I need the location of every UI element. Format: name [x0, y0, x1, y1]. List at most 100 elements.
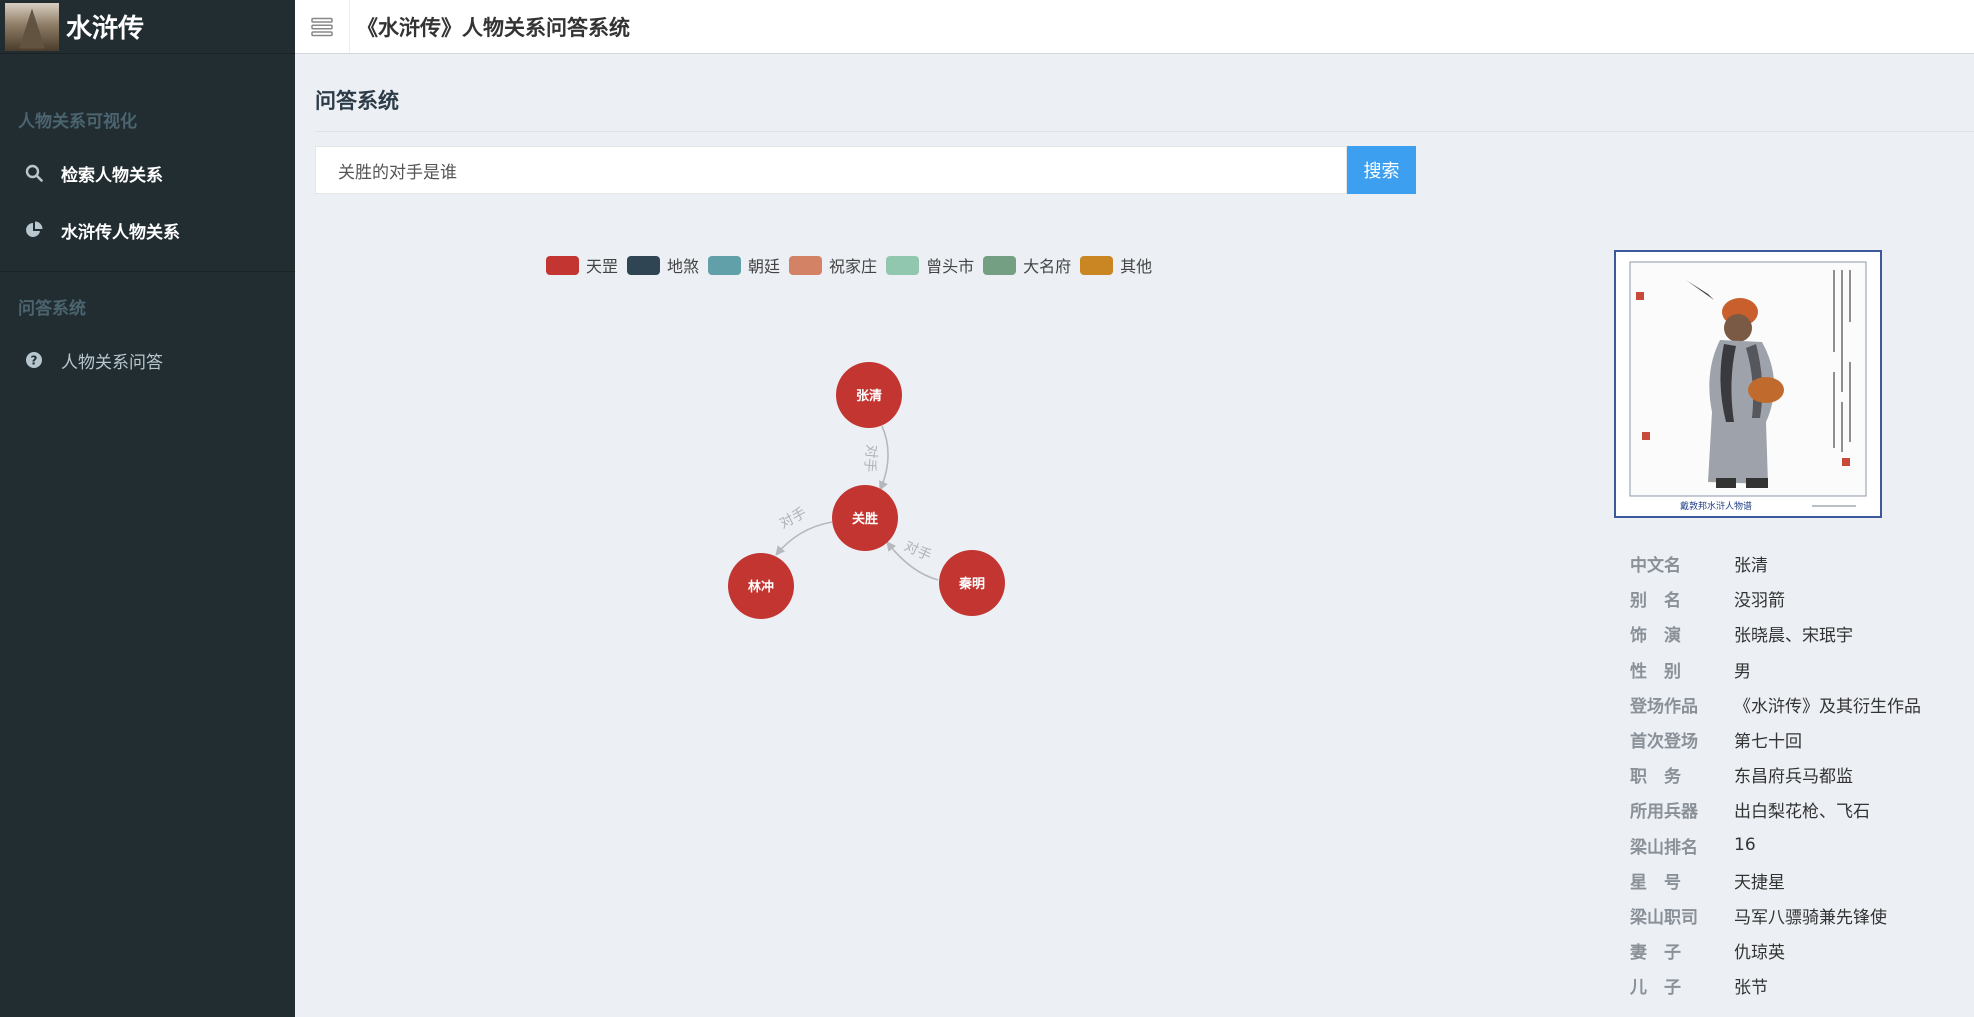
- logo-text: 水浒传: [66, 14, 145, 44]
- legend-swatch: [1080, 255, 1114, 275]
- info-row: 所用兵器 出白梨花枪、飞石: [1630, 792, 1921, 827]
- info-value: 东昌府兵马都监: [1734, 767, 1853, 788]
- info-key: 登场作品: [1630, 696, 1698, 717]
- info-value: 马军八骠骑兼先锋使: [1734, 907, 1887, 928]
- graph-edge-label: 对手: [902, 538, 934, 564]
- portrait-caption: 戴敦邦水浒人物谱: [1680, 500, 1752, 512]
- info-key: 性 别: [1630, 661, 1681, 682]
- legend-swatch: [546, 255, 579, 275]
- pie-chart-icon: [24, 220, 44, 240]
- sidebar-item-relation-qa[interactable]: ? 人物关系问答: [0, 339, 295, 381]
- info-value: 张节: [1734, 978, 1768, 999]
- info-key: 职 务: [1630, 767, 1681, 788]
- menu-toggle-icon[interactable]: [295, 0, 350, 53]
- graph-node-qinming[interactable]: 秦明: [939, 550, 1005, 616]
- legend-swatch: [983, 255, 1017, 275]
- info-row: 首次登场 第七十回: [1630, 722, 1921, 757]
- logo-image: [5, 2, 59, 51]
- graph-node-linchong[interactable]: 林冲: [728, 553, 794, 619]
- logo[interactable]: 水浒传: [0, 0, 295, 54]
- legend-swatch: [708, 255, 742, 275]
- info-row: 性 别男: [1630, 652, 1921, 687]
- info-key: 星 号: [1630, 872, 1681, 893]
- search-input[interactable]: [315, 146, 1347, 194]
- info-value: 张清: [1734, 556, 1768, 577]
- graph-edge: [879, 425, 889, 491]
- info-value: 张晓晨、宋珉宇: [1734, 626, 1853, 647]
- info-row: 梁山排名 16: [1630, 828, 1921, 863]
- relationship-graph[interactable]: 对手 对手 对手 张清 关胜 林冲 秦明: [700, 340, 1060, 640]
- legend-item-chaoting[interactable]: 朝廷: [708, 253, 780, 277]
- info-value: 仇琼英: [1734, 943, 1785, 964]
- graph-node-label: 秦明: [958, 576, 985, 592]
- legend-item-other[interactable]: 其他: [1080, 253, 1152, 277]
- info-row: 登场作品 《水浒传》及其衍生作品: [1630, 687, 1921, 722]
- info-value: 天捷星: [1734, 872, 1785, 893]
- section-header-qa: 问答系统: [18, 299, 86, 319]
- section-header-visualization: 人物关系可视化: [18, 112, 137, 132]
- info-key: 儿 子: [1630, 978, 1681, 999]
- legend-item-damingfu[interactable]: 大名府: [983, 253, 1071, 277]
- info-value: 16: [1734, 835, 1756, 856]
- graph-node-zhangqing[interactable]: 张清: [836, 362, 902, 428]
- graph-edge-label: 对手: [861, 444, 879, 473]
- info-row: 妻 子 仇琼英: [1630, 933, 1921, 968]
- info-row: 别 名 没羽箭: [1630, 581, 1921, 616]
- search-button[interactable]: 搜索: [1347, 146, 1416, 194]
- page-title: 问答系统: [315, 89, 399, 113]
- info-key: 妻 子: [1630, 943, 1681, 964]
- svg-text:?: ?: [31, 354, 38, 368]
- legend-label: 其他: [1120, 257, 1153, 276]
- info-key: 首次登场: [1630, 732, 1698, 753]
- info-key: 别 名: [1630, 591, 1681, 612]
- info-key: 梁山职司: [1630, 907, 1698, 928]
- legend-label: 朝廷: [748, 257, 781, 276]
- sidebar-item-label: 检索人物关系: [61, 165, 163, 186]
- portrait-image: 戴敦邦水浒人物谱: [1629, 261, 1867, 512]
- legend-label: 地煞: [667, 257, 700, 276]
- legend-swatch: [627, 255, 661, 275]
- info-value: 第七十回: [1734, 732, 1802, 753]
- legend-item-tiangang[interactable]: 天罡: [546, 253, 618, 277]
- info-key: 梁山排名: [1630, 837, 1698, 858]
- question-circle-icon: ?: [24, 350, 44, 370]
- info-row: 中文名 张清: [1630, 546, 1921, 581]
- sidebar-item-relation-graph[interactable]: 水浒传人物关系: [0, 209, 295, 251]
- legend-item-zengtoushi[interactable]: 曾头市: [886, 253, 974, 277]
- legend-swatch: [789, 255, 823, 275]
- search-bar: 搜索: [315, 146, 1974, 194]
- legend-item-zhujiazhuang[interactable]: 祝家庄: [789, 253, 877, 277]
- sidebar-divider: [0, 271, 295, 272]
- info-row: 星 号 天捷星: [1630, 863, 1921, 898]
- info-value: 《水浒传》及其衍生作品: [1734, 696, 1921, 717]
- character-portrait: 戴敦邦水浒人物谱: [1614, 250, 1882, 518]
- app-title: 《水浒传》人物关系问答系统: [357, 15, 630, 40]
- legend-label: 大名府: [1023, 257, 1072, 276]
- legend-item-disha[interactable]: 地煞: [627, 253, 699, 277]
- info-value: 没羽箭: [1734, 591, 1785, 612]
- graph-edge-label: 对手: [777, 505, 809, 532]
- title-divider: [315, 131, 1974, 132]
- graph-node-label: 张清: [856, 388, 882, 404]
- graph-legend: 天罡 地煞 朝廷 祝家庄 曾头市 大名府 其他: [546, 253, 1161, 277]
- character-info-table: 中文名 张清 别 名 没羽箭 饰 演 张晓晨、宋珉宇 性 别 男 登场作品 《水浒传》及其…: [1630, 546, 1921, 1003]
- search-icon: [24, 163, 44, 183]
- graph-node-label: 林冲: [748, 579, 774, 595]
- info-row: 梁山职司 马军八骠骑兼先锋使: [1630, 898, 1921, 933]
- info-value: 男: [1734, 661, 1751, 682]
- info-key: 中文名: [1630, 556, 1681, 577]
- sidebar-item-label: 人物关系问答: [61, 352, 163, 373]
- info-value: 出白梨花枪、飞石: [1734, 802, 1870, 823]
- sidebar-item-label: 水浒传人物关系: [61, 222, 180, 243]
- sidebar-item-search-relations[interactable]: 检索人物关系: [0, 152, 295, 194]
- sidebar: 水浒传 人物关系可视化 检索人物关系 水浒传人物关系 问答系统 ? 人物关系问答: [0, 0, 295, 1017]
- graph-node-guansheng[interactable]: 关胜: [832, 485, 898, 551]
- info-row: 饰 演 张晓晨、宋珉宇: [1630, 616, 1921, 651]
- legend-label: 曾头市: [926, 257, 975, 276]
- info-key: 饰 演: [1630, 626, 1681, 647]
- legend-label: 天罡: [586, 257, 619, 276]
- legend-label: 祝家庄: [829, 257, 878, 276]
- top-navbar: 《水浒传》人物关系问答系统: [295, 0, 1974, 54]
- graph-node-label: 关胜: [852, 511, 878, 527]
- info-row: 职 务 东昌府兵马都监: [1630, 757, 1921, 792]
